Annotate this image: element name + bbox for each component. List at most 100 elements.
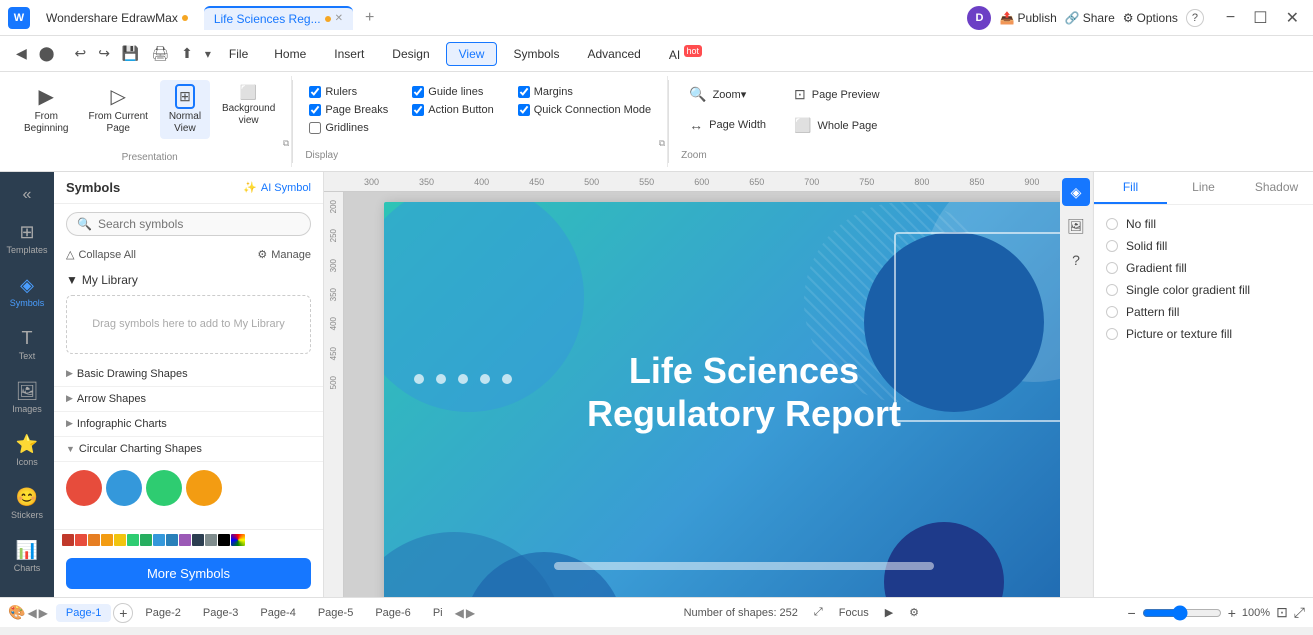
single-color-gradient-option[interactable]: Single color gradient fill bbox=[1106, 283, 1301, 297]
rulers-checkbox-row[interactable]: Rulers bbox=[309, 86, 388, 98]
action-button-checkbox[interactable] bbox=[412, 104, 424, 116]
shape-preview-orange[interactable] bbox=[186, 470, 222, 506]
color-swatch[interactable] bbox=[75, 534, 87, 546]
tab-close-btn[interactable]: ✕ bbox=[335, 13, 343, 24]
user-avatar[interactable]: D bbox=[967, 6, 991, 30]
page-tab-2[interactable]: Page-2 bbox=[135, 604, 190, 622]
help-icon-btn[interactable]: ? bbox=[1062, 246, 1090, 274]
picture-fill-option[interactable]: Picture or texture fill bbox=[1106, 327, 1301, 341]
canvas-slide[interactable]: Life Sciences Regulatory Report Navigati… bbox=[384, 202, 1060, 597]
page-tab-1[interactable]: Page-1 bbox=[56, 604, 111, 622]
menu-insert[interactable]: Insert bbox=[322, 43, 376, 65]
page-tab-4[interactable]: Page-4 bbox=[250, 604, 305, 622]
sidebar-item-charts[interactable]: 📊 Charts bbox=[3, 532, 51, 581]
minimize-button[interactable]: − bbox=[1220, 7, 1241, 29]
collapse-all-btn[interactable]: △ Collapse All bbox=[66, 248, 136, 261]
page-nav-prev[interactable]: ◀ bbox=[27, 606, 36, 620]
my-library-title[interactable]: ▼ My Library bbox=[66, 273, 311, 287]
margins-checkbox-row[interactable]: Margins bbox=[518, 86, 651, 98]
shape-preview-blue[interactable] bbox=[106, 470, 142, 506]
options-button[interactable]: ⚙ Options bbox=[1123, 11, 1178, 25]
page-tab-6[interactable]: Page-6 bbox=[365, 604, 420, 622]
image-icon-btn[interactable]: 🖼 bbox=[1062, 212, 1090, 240]
menu-ai[interactable]: AI hot bbox=[657, 42, 714, 66]
tab-line[interactable]: Line bbox=[1167, 172, 1240, 204]
page-next-btn[interactable]: ▶ bbox=[466, 606, 475, 620]
single-color-gradient-radio[interactable] bbox=[1106, 284, 1118, 296]
gridlines-checkbox[interactable] bbox=[309, 122, 321, 134]
shape-preview-red[interactable] bbox=[66, 470, 102, 506]
background-view-btn[interactable]: ⬜ Background view bbox=[214, 80, 283, 131]
nav-back-btn[interactable]: ◀ bbox=[12, 43, 31, 64]
quick-connection-checkbox[interactable] bbox=[518, 104, 530, 116]
share-button[interactable]: 🔗 Share bbox=[1065, 11, 1115, 25]
color-gradient-swatch[interactable] bbox=[231, 534, 245, 546]
publish-button[interactable]: 📤 Publish bbox=[999, 11, 1056, 25]
tab-edrawmax[interactable]: Wondershare EdrawMax bbox=[36, 7, 198, 29]
color-swatch[interactable] bbox=[101, 534, 113, 546]
category-infographic[interactable]: ▶ Infographic Charts bbox=[54, 412, 323, 437]
redo-btn[interactable]: ↪ bbox=[94, 43, 114, 64]
nav-forward-btn[interactable]: ⬤ bbox=[35, 43, 59, 64]
color-swatch[interactable] bbox=[62, 534, 74, 546]
page-breaks-checkbox-row[interactable]: Page Breaks bbox=[309, 104, 388, 116]
page-tab-pi[interactable]: Pi bbox=[423, 604, 453, 622]
tab-shadow[interactable]: Shadow bbox=[1240, 172, 1313, 204]
help-button[interactable]: ? bbox=[1186, 9, 1204, 27]
sidebar-item-symbols[interactable]: ◈ Symbols bbox=[3, 267, 51, 316]
new-tab-btn[interactable]: + bbox=[359, 7, 380, 29]
guide-lines-checkbox[interactable] bbox=[412, 86, 424, 98]
color-swatch[interactable] bbox=[153, 534, 165, 546]
page-nav-next[interactable]: ▶ bbox=[39, 606, 48, 620]
sidebar-collapse-btn[interactable]: « bbox=[17, 180, 38, 210]
fit-to-page-btn[interactable]: ⤢ bbox=[814, 606, 823, 619]
play-btn[interactable]: ▶ bbox=[885, 606, 893, 619]
export-btn[interactable]: ⬆ bbox=[177, 43, 197, 64]
print-btn[interactable]: 🖨 bbox=[147, 43, 173, 64]
sidebar-item-images[interactable]: 🖼 Images bbox=[3, 373, 51, 422]
close-button[interactable]: ✕ bbox=[1280, 6, 1305, 30]
zoom-out-btn[interactable]: − bbox=[1128, 605, 1136, 621]
save-btn[interactable]: 💾 bbox=[118, 43, 143, 64]
menu-home[interactable]: Home bbox=[262, 43, 318, 65]
margins-checkbox[interactable] bbox=[518, 86, 530, 98]
color-swatch[interactable] bbox=[179, 534, 191, 546]
ai-symbol-btn[interactable]: ✨ AI Symbol bbox=[243, 181, 311, 194]
manage-btn[interactable]: ⚙ Manage bbox=[257, 248, 311, 261]
category-basic-drawing[interactable]: ▶ Basic Drawing Shapes bbox=[54, 362, 323, 387]
solid-fill-radio[interactable] bbox=[1106, 240, 1118, 252]
guide-lines-checkbox-row[interactable]: Guide lines bbox=[412, 86, 493, 98]
from-beginning-btn[interactable]: ▶ From Beginning bbox=[16, 80, 76, 139]
undo-btn[interactable]: ↩ bbox=[70, 43, 90, 64]
sidebar-item-text[interactable]: T Text bbox=[3, 320, 51, 369]
color-swatch[interactable] bbox=[140, 534, 152, 546]
gradient-fill-radio[interactable] bbox=[1106, 262, 1118, 274]
display-expand[interactable]: ⧉ bbox=[659, 138, 665, 149]
color-swatch[interactable] bbox=[205, 534, 217, 546]
page-preview-btn[interactable]: ⊡ Page Preview bbox=[786, 82, 888, 107]
normal-view-btn[interactable]: ⊞ Normal View bbox=[160, 80, 210, 139]
color-swatch[interactable] bbox=[114, 534, 126, 546]
category-circular[interactable]: ▼ Circular Charting Shapes bbox=[54, 437, 323, 462]
sidebar-item-icons[interactable]: ⭐ Icons bbox=[3, 426, 51, 475]
dropdown-btn[interactable]: ▾ bbox=[201, 45, 215, 63]
page-tab-3[interactable]: Page-3 bbox=[193, 604, 248, 622]
quick-connection-checkbox-row[interactable]: Quick Connection Mode bbox=[518, 104, 651, 116]
menu-symbols[interactable]: Symbols bbox=[501, 43, 571, 65]
picture-fill-radio[interactable] bbox=[1106, 328, 1118, 340]
canvas-scroll-area[interactable]: Life Sciences Regulatory Report Navigati… bbox=[344, 192, 1060, 597]
settings-btn[interactable]: ⚙ bbox=[909, 606, 919, 619]
maximize-button[interactable]: ☐ bbox=[1247, 6, 1273, 30]
no-fill-radio[interactable] bbox=[1106, 218, 1118, 230]
sidebar-item-stickers[interactable]: 😊 Stickers bbox=[3, 479, 51, 528]
fullscreen-btn[interactable]: ⤢ bbox=[1294, 604, 1305, 621]
menu-file[interactable]: File bbox=[219, 43, 258, 65]
pattern-fill-option[interactable]: Pattern fill bbox=[1106, 305, 1301, 319]
shape-preview-green[interactable] bbox=[146, 470, 182, 506]
color-swatch[interactable] bbox=[88, 534, 100, 546]
color-swatch[interactable] bbox=[166, 534, 178, 546]
category-arrow-shapes[interactable]: ▶ Arrow Shapes bbox=[54, 387, 323, 412]
page-width-btn[interactable]: ↔ Page Width bbox=[681, 113, 774, 137]
menu-view[interactable]: View bbox=[446, 42, 498, 66]
search-box[interactable]: 🔍 bbox=[66, 212, 311, 236]
